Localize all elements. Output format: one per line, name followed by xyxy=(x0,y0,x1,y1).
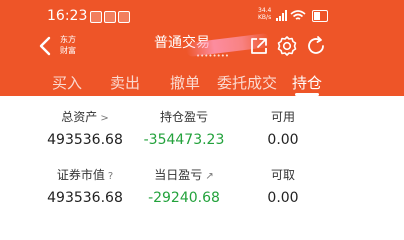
app-header: 16:23 34.4 KB/s 东方 财富 普通交易 •••••••• 买入 卖… xyxy=(0,0,404,96)
available-cash-value: 0.00 xyxy=(267,132,299,148)
withdrawable-cash-label: 可取 xyxy=(270,168,295,182)
market-value-value: 493536.68 xyxy=(47,190,123,206)
wifi-icon xyxy=(290,10,306,20)
status-bar: 16:23 34.4 KB/s xyxy=(0,0,404,28)
refresh-icon[interactable] xyxy=(305,35,327,57)
available-cash-label: 可用 xyxy=(270,110,295,124)
title-bar: 东方 财富 普通交易 •••••••• xyxy=(0,28,404,64)
notification-icons xyxy=(90,8,132,23)
tab-cancel-order[interactable]: 撤单 xyxy=(170,72,200,93)
back-arrow-icon[interactable] xyxy=(38,36,52,56)
network-speed: 34.4 KB/s xyxy=(258,7,272,21)
daily-pnl: 当日盈亏 ↗ -29240.68 xyxy=(134,166,234,206)
tab-buy[interactable]: 买入 xyxy=(52,72,82,93)
tab-orders-fills[interactable]: 委托成交 xyxy=(217,72,277,93)
daily-pnl-value: -29240.68 xyxy=(148,190,220,206)
gear-icon[interactable] xyxy=(276,35,298,57)
cellular-signal-icon xyxy=(276,10,287,21)
notification-app-icon xyxy=(104,11,116,23)
asset-summary-card: 总资产 > 493536.68 持仓盈亏 -354473.23 可用 0.00 证… xyxy=(33,96,337,212)
status-time: 16:23 xyxy=(47,8,88,24)
withdrawable-cash: 可取 0.00 xyxy=(233,166,333,206)
available-cash: 可用 0.00 xyxy=(233,108,333,148)
total-assets-value: 493536.68 xyxy=(47,132,123,148)
notification-app-icon xyxy=(90,11,102,23)
popout-icon[interactable] xyxy=(248,35,270,57)
position-pnl-label: 持仓盈亏 xyxy=(159,110,208,124)
position-pnl: 持仓盈亏 -354473.23 xyxy=(134,108,234,148)
total-assets-label: 总资产 xyxy=(61,110,98,124)
chevron-right-icon: > xyxy=(100,113,109,124)
share-icon[interactable]: ↗ xyxy=(205,171,213,182)
brand-logo: 东方 财富 xyxy=(60,35,76,55)
trade-tabs: 买入 卖出 撤单 委托成交 持仓 xyxy=(34,64,334,96)
withdrawable-cash-value: 0.00 xyxy=(267,190,299,206)
notification-app-icon xyxy=(118,11,130,23)
help-icon[interactable]: ? xyxy=(108,171,113,182)
market-value-label: 证券市值 xyxy=(56,168,105,182)
status-right-group: 34.4 KB/s xyxy=(258,7,328,23)
position-pnl-value: -354473.23 xyxy=(143,132,225,148)
battery-icon xyxy=(312,10,328,22)
total-assets[interactable]: 总资产 > 493536.68 xyxy=(35,108,135,148)
tab-sell[interactable]: 卖出 xyxy=(110,72,140,93)
daily-pnl-label: 当日盈亏 xyxy=(154,168,203,182)
market-value: 证券市值? 493536.68 xyxy=(35,166,135,206)
tab-positions[interactable]: 持仓 xyxy=(292,72,322,93)
